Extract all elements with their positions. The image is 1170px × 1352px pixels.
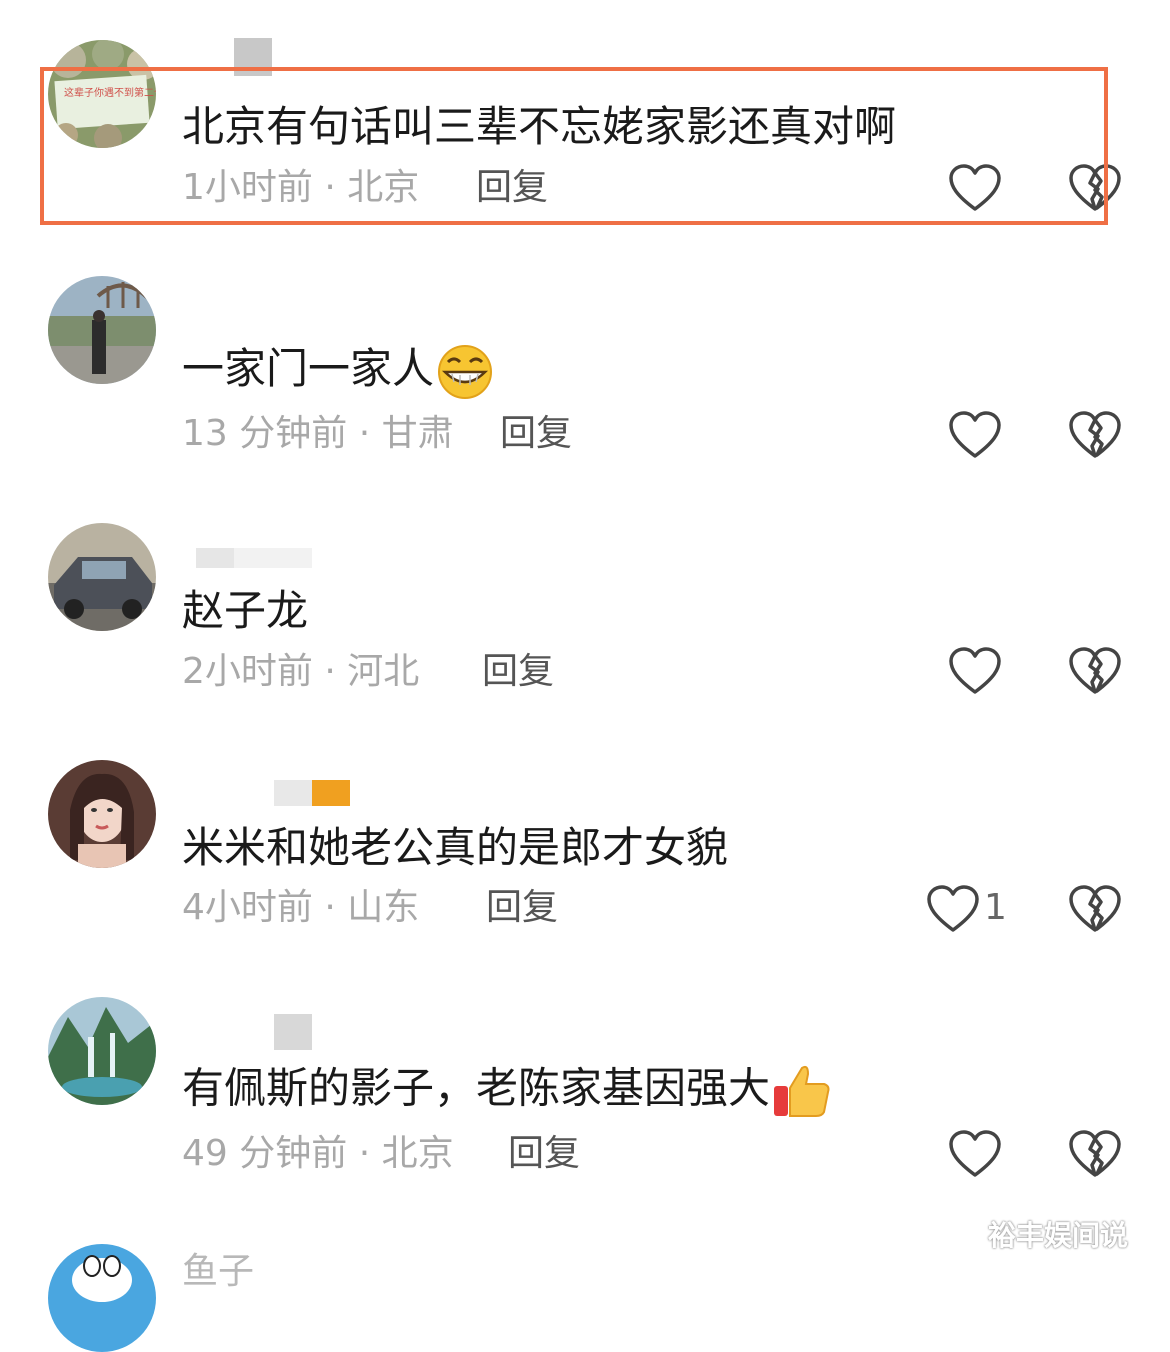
reply-button[interactable]: 回复 xyxy=(482,650,554,694)
thumbs-up-emoji xyxy=(774,1065,830,1117)
comment-meta: 4小时前 · 山东 xyxy=(182,887,420,928)
reply-button[interactable]: 回复 xyxy=(500,412,572,456)
username-blurred[interactable] xyxy=(196,548,312,568)
avatar[interactable] xyxy=(48,997,156,1105)
watermark: 裕丰娱间说 xyxy=(988,1219,1129,1252)
avatar[interactable] xyxy=(48,1244,156,1352)
heart-outline-icon[interactable] xyxy=(948,646,1002,696)
avatar[interactable] xyxy=(48,760,156,868)
comment-meta: 13 分钟前 · 甘肃 xyxy=(182,413,454,454)
reply-button[interactable]: 回复 xyxy=(508,1132,580,1176)
reply-button[interactable]: 回复 xyxy=(486,886,558,930)
comment-meta: 2小时前 · 河北 xyxy=(182,651,420,692)
comment-text: 一家门一家人 xyxy=(182,344,435,393)
broken-heart-icon[interactable] xyxy=(1068,884,1122,934)
heart-outline-icon[interactable] xyxy=(948,410,1002,460)
username-blurred[interactable] xyxy=(274,780,350,806)
highlight-frame xyxy=(40,67,1108,225)
like-count: 1 xyxy=(984,887,1007,928)
username-blurred[interactable] xyxy=(274,1014,312,1050)
comment-text: 有佩斯的影子，老陈家基因强大 xyxy=(182,1063,771,1113)
avatar[interactable] xyxy=(48,276,156,384)
comment-text: 赵子龙 xyxy=(182,586,309,635)
username[interactable]: 鱼子 xyxy=(182,1242,254,1294)
broken-heart-icon[interactable] xyxy=(1068,410,1122,460)
broken-heart-icon[interactable] xyxy=(1068,646,1122,696)
broken-heart-icon[interactable] xyxy=(1068,1129,1122,1179)
comment-meta: 49 分钟前 · 北京 xyxy=(182,1133,454,1174)
avatar[interactable] xyxy=(48,523,156,631)
grinning-face-emoji xyxy=(438,344,493,399)
heart-outline-icon[interactable] xyxy=(926,884,980,934)
heart-outline-icon[interactable] xyxy=(948,1129,1002,1179)
comment-text: 米米和她老公真的是郎才女貌 xyxy=(182,823,729,872)
